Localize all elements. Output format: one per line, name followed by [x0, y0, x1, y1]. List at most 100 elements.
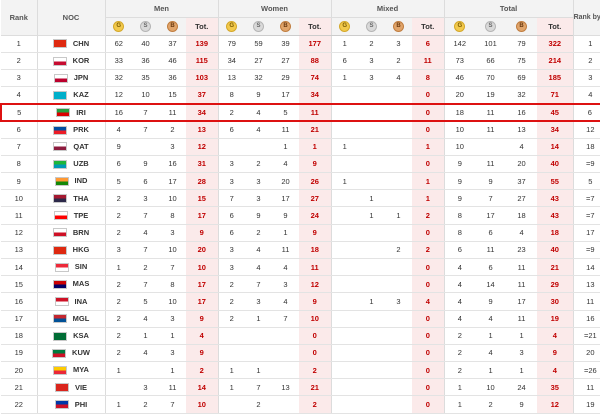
men-total-cell: 139 — [186, 35, 218, 53]
rank-cell: 1 — [1, 35, 37, 53]
women-total-cell: 10 — [299, 310, 332, 328]
noc-code: IND — [74, 176, 88, 186]
table-row: 7 QAT 9 3 12 1 1 1 1 10 4 14 18 — [1, 138, 600, 156]
flag-icon — [52, 39, 67, 49]
men-total-cell: 103 — [186, 69, 218, 88]
mixed-gold-cell — [330, 86, 359, 105]
men-bronze-cell: 1 — [159, 361, 186, 380]
total-bronze-cell: 27 — [506, 189, 538, 208]
total-bronze-cell: 3 — [506, 344, 538, 363]
men-gold-cell: 2 — [104, 310, 132, 328]
men-bronze-cell: 3 — [159, 224, 186, 242]
rank-by-total-cell: 16 — [572, 310, 600, 328]
women-bronze-cell: 4 — [272, 292, 299, 311]
noc-cell: VIE — [36, 378, 105, 397]
women-total-cell: 24 — [299, 206, 332, 225]
table-row: 3 JPN 32 35 36 103 13 32 29 74 1 3 4 8 46 70 69 185 3 — [1, 69, 600, 88]
noc-code: QAT — [73, 141, 89, 151]
women-silver-cell: 7 — [245, 378, 272, 397]
women-gold-cell — [217, 344, 245, 363]
women-gold-cell: 3 — [217, 155, 245, 174]
men-gold-cell: 2 — [104, 327, 132, 345]
noc-code: VIE — [74, 382, 88, 392]
total-gold-cell: 8 — [443, 206, 476, 225]
total-total-cell: 43 — [537, 189, 574, 208]
total-total-cell: 4 — [537, 361, 574, 380]
mixed-gold-cell — [330, 327, 359, 345]
mixed-bronze-cell — [385, 344, 413, 363]
noc-cell: PHI — [36, 395, 105, 414]
total-bronze-cell: 20 — [506, 155, 538, 174]
rank-cell: 14 — [1, 258, 37, 277]
women-silver-cell: 4 — [245, 258, 272, 277]
men-silver-cell: 3 — [132, 189, 159, 208]
flag-icon — [52, 279, 67, 289]
table-row: 15 MAS 2 7 8 17 2 7 3 12 0 4 14 11 29 13 — [1, 275, 600, 294]
flag-icon — [53, 125, 68, 135]
total-gold-cell: 4 — [443, 310, 476, 328]
men-bronze-cell: 1 — [159, 327, 186, 345]
total-bronze-cell: 11 — [506, 275, 538, 294]
total-total-cell: 40 — [537, 155, 574, 174]
mixed-total-cell: 11 — [412, 52, 445, 70]
women-bronze-cell: 29 — [272, 69, 299, 88]
men-total-cell: 20 — [186, 241, 218, 259]
women-total-cell: 177 — [299, 35, 332, 53]
men-silver-cell — [132, 361, 159, 380]
flag-icon — [56, 108, 71, 118]
men-tot-header: Tot. — [186, 17, 218, 36]
mixed-gold-cell — [330, 275, 359, 294]
total-gold-cell: 9 — [443, 172, 476, 191]
rank-by-total-cell: 1 — [572, 35, 600, 53]
total-bronze-cell: 1 — [506, 327, 538, 345]
women-silver-cell: 3 — [245, 172, 272, 191]
men-silver-cell: 5 — [132, 292, 159, 311]
men-gold-cell: 32 — [104, 69, 132, 88]
men-silver-cell: 40 — [132, 35, 159, 53]
women-bronze-cell: 27 — [272, 52, 299, 70]
noc-code: UZB — [73, 159, 89, 169]
total-silver-cell: 11 — [475, 102, 507, 122]
rank-by-total-cell: 6 — [572, 102, 600, 122]
mixed-total-cell: 1 — [412, 189, 445, 208]
rank-cell: 9 — [1, 172, 37, 191]
men-bronze-cell: 3 — [159, 138, 186, 156]
men-bronze-cell: 10 — [159, 292, 186, 311]
noc-code: BRN — [72, 227, 90, 237]
men-total-cell: 34 — [186, 102, 218, 122]
total-gold-cell: 1 — [443, 378, 476, 397]
bronze-medal-icon: B — [516, 21, 528, 32]
women-gold-cell — [217, 395, 245, 414]
total-bronze-cell: 24 — [506, 378, 538, 397]
total-total-cell: 35 — [537, 378, 574, 397]
mixed-bronze-cell: 2 — [385, 52, 413, 70]
men-bronze-cell: 10 — [159, 241, 186, 259]
mixed-total-cell: 2 — [412, 206, 445, 225]
rank-by-total-cell: =7 — [572, 206, 600, 225]
flag-icon — [53, 142, 68, 152]
noc-code: PHI — [74, 399, 88, 409]
silver-medal-icon: S — [485, 21, 497, 32]
total-total-cell: 45 — [537, 102, 574, 122]
men-gold-cell: 2 — [104, 189, 132, 208]
men-silver-header: S — [132, 17, 159, 36]
total-silver-cell: 6 — [475, 258, 507, 277]
women-bronze-cell: 3 — [272, 275, 299, 294]
women-bronze-cell: 7 — [272, 310, 299, 328]
mixed-bronze-cell — [385, 172, 413, 191]
total-bronze-cell: 79 — [506, 35, 538, 53]
women-gold-cell: 13 — [217, 69, 245, 88]
women-total-cell: 9 — [299, 224, 332, 242]
bronze-medal-icon: B — [280, 21, 291, 32]
women-bronze-cell: 13 — [272, 378, 299, 397]
table-row: 13 HKG 3 7 10 20 3 4 11 18 2 2 6 11 23 40 =9 — [1, 241, 600, 259]
noc-cell: MYA — [36, 361, 105, 380]
mixed-total-cell: 0 — [412, 378, 445, 397]
men-silver-cell: 10 — [132, 86, 159, 105]
gold-medal-icon: G — [226, 21, 238, 32]
mixed-gold-cell — [330, 310, 359, 328]
women-group-header: Women — [217, 0, 332, 18]
mixed-total-cell: 0 — [412, 120, 445, 139]
noc-code: SIN — [74, 262, 88, 272]
total-gold-cell: 4 — [443, 292, 476, 311]
